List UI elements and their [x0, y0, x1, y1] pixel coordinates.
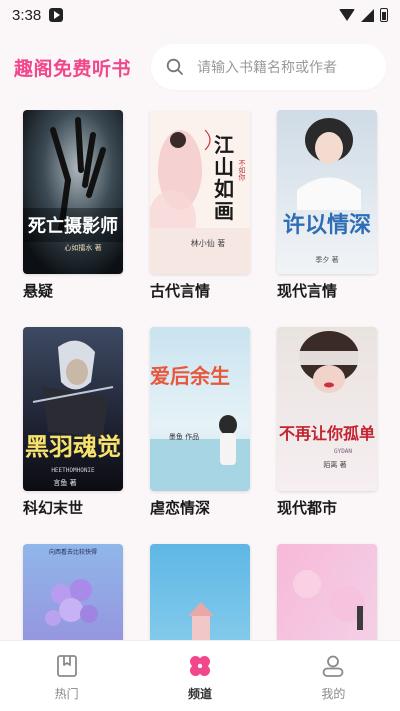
clover-icon	[187, 653, 213, 679]
cover-author: 言鱼 著	[53, 478, 76, 487]
book-cover[interactable]: 死亡摄影师 心如擂水 著	[23, 110, 123, 274]
nav-label: 热门	[54, 687, 79, 701]
book-cover[interactable]	[150, 544, 250, 640]
category-card-scifi[interactable]: 黑羽魂觉 HEETHOMHONIE 言鱼 著 科幻末世	[23, 327, 123, 518]
cover-title: 爱后余生	[150, 364, 230, 388]
cover-author: 心如擂水 著	[64, 243, 101, 252]
search-icon	[165, 57, 185, 77]
cover-author: 林小仙 著	[191, 238, 226, 248]
nav-label: 频道	[187, 687, 212, 701]
svg-text:江: 江	[214, 133, 234, 157]
nav-label: 我的	[321, 687, 346, 701]
battery-icon	[380, 8, 388, 22]
category-label: 古代言情	[150, 282, 211, 300]
cover-author: 季夕 著	[315, 255, 338, 264]
category-card-7[interactable]: 向西看去比较快得	[23, 544, 123, 640]
cover-title: 许以情深	[283, 212, 371, 238]
search-input[interactable]: 请输入书籍名称或作者	[197, 57, 337, 77]
book-cover[interactable]	[277, 544, 377, 640]
search-bar[interactable]: 请输入书籍名称或作者	[151, 44, 386, 90]
cover-author: 陌离 著	[323, 460, 346, 469]
cover-extra: GYDAN	[334, 448, 352, 455]
cover-extra: HEETHOMHONIE	[51, 467, 95, 474]
status-bar: 3:38	[0, 0, 400, 30]
category-card-9[interactable]	[277, 544, 377, 640]
bottom-nav: 热门 频道 我的	[0, 640, 400, 711]
person-icon	[320, 653, 346, 679]
category-label: 悬疑	[23, 282, 54, 300]
book-cover[interactable]: 许以情深 季夕 著	[277, 110, 377, 274]
cover-subtitle: 不如你	[238, 160, 246, 181]
nav-item-channel[interactable]: 频道	[133, 641, 266, 711]
cover-title: 黑羽魂觉	[25, 433, 121, 461]
bookmark-book-icon	[54, 653, 80, 679]
status-icons	[339, 8, 388, 22]
svg-text:山: 山	[214, 155, 234, 179]
category-card-ancient-romance[interactable]: 江 山 如 画 不如你 林小仙 著 古代言情	[150, 110, 250, 301]
book-cover[interactable]: 爱后余生 墨鱼 作品	[150, 327, 250, 491]
book-cover[interactable]: 江 山 如 画 不如你 林小仙 著	[150, 110, 250, 274]
signal-icon	[361, 8, 374, 22]
category-card-tragic-romance[interactable]: 爱后余生 墨鱼 作品 虐恋情深	[150, 327, 250, 518]
category-label: 科幻末世	[23, 499, 84, 517]
category-label: 现代都市	[277, 499, 338, 517]
book-cover[interactable]: 黑羽魂觉 HEETHOMHONIE 言鱼 著	[23, 327, 123, 491]
app-title: 趣阁免费听书	[14, 57, 132, 80]
wifi-icon	[339, 9, 355, 21]
category-label: 现代言情	[277, 282, 338, 300]
status-time: 3:38	[12, 6, 42, 24]
category-label: 虐恋情深	[150, 499, 211, 517]
category-card-modern-urban[interactable]: 不再让你孤单 GYDAN 陌离 著 现代都市	[277, 327, 377, 518]
book-cover[interactable]: 向西看去比较快得	[23, 544, 123, 640]
nav-item-mine[interactable]: 我的	[267, 641, 400, 711]
svg-text:画: 画	[214, 199, 234, 223]
category-card-suspense[interactable]: 死亡摄影师 心如擂水 著 悬疑	[23, 110, 123, 301]
book-cover[interactable]: 不再让你孤单 GYDAN 陌离 著	[277, 327, 377, 491]
cover-title: 不再让你孤单	[279, 424, 375, 443]
cover-title: 死亡摄影师	[28, 215, 118, 237]
category-card-modern-romance[interactable]: 许以情深 季夕 著 现代言情	[277, 110, 377, 301]
category-grid: 死亡摄影师 心如擂水 著 悬疑 江 山 如 画 不如你 林小仙 著 古代言情 许…	[0, 110, 400, 640]
category-card-8[interactable]	[150, 544, 250, 640]
header: 趣阁免费听书 请输入书籍名称或作者	[0, 36, 400, 98]
media-play-icon	[49, 8, 64, 22]
svg-text:如: 如	[214, 177, 234, 201]
cover-author: 墨鱼 作品	[169, 432, 199, 441]
nav-item-hot[interactable]: 热门	[0, 641, 133, 711]
cover-top-text: 向西看去比较快得	[49, 548, 97, 556]
